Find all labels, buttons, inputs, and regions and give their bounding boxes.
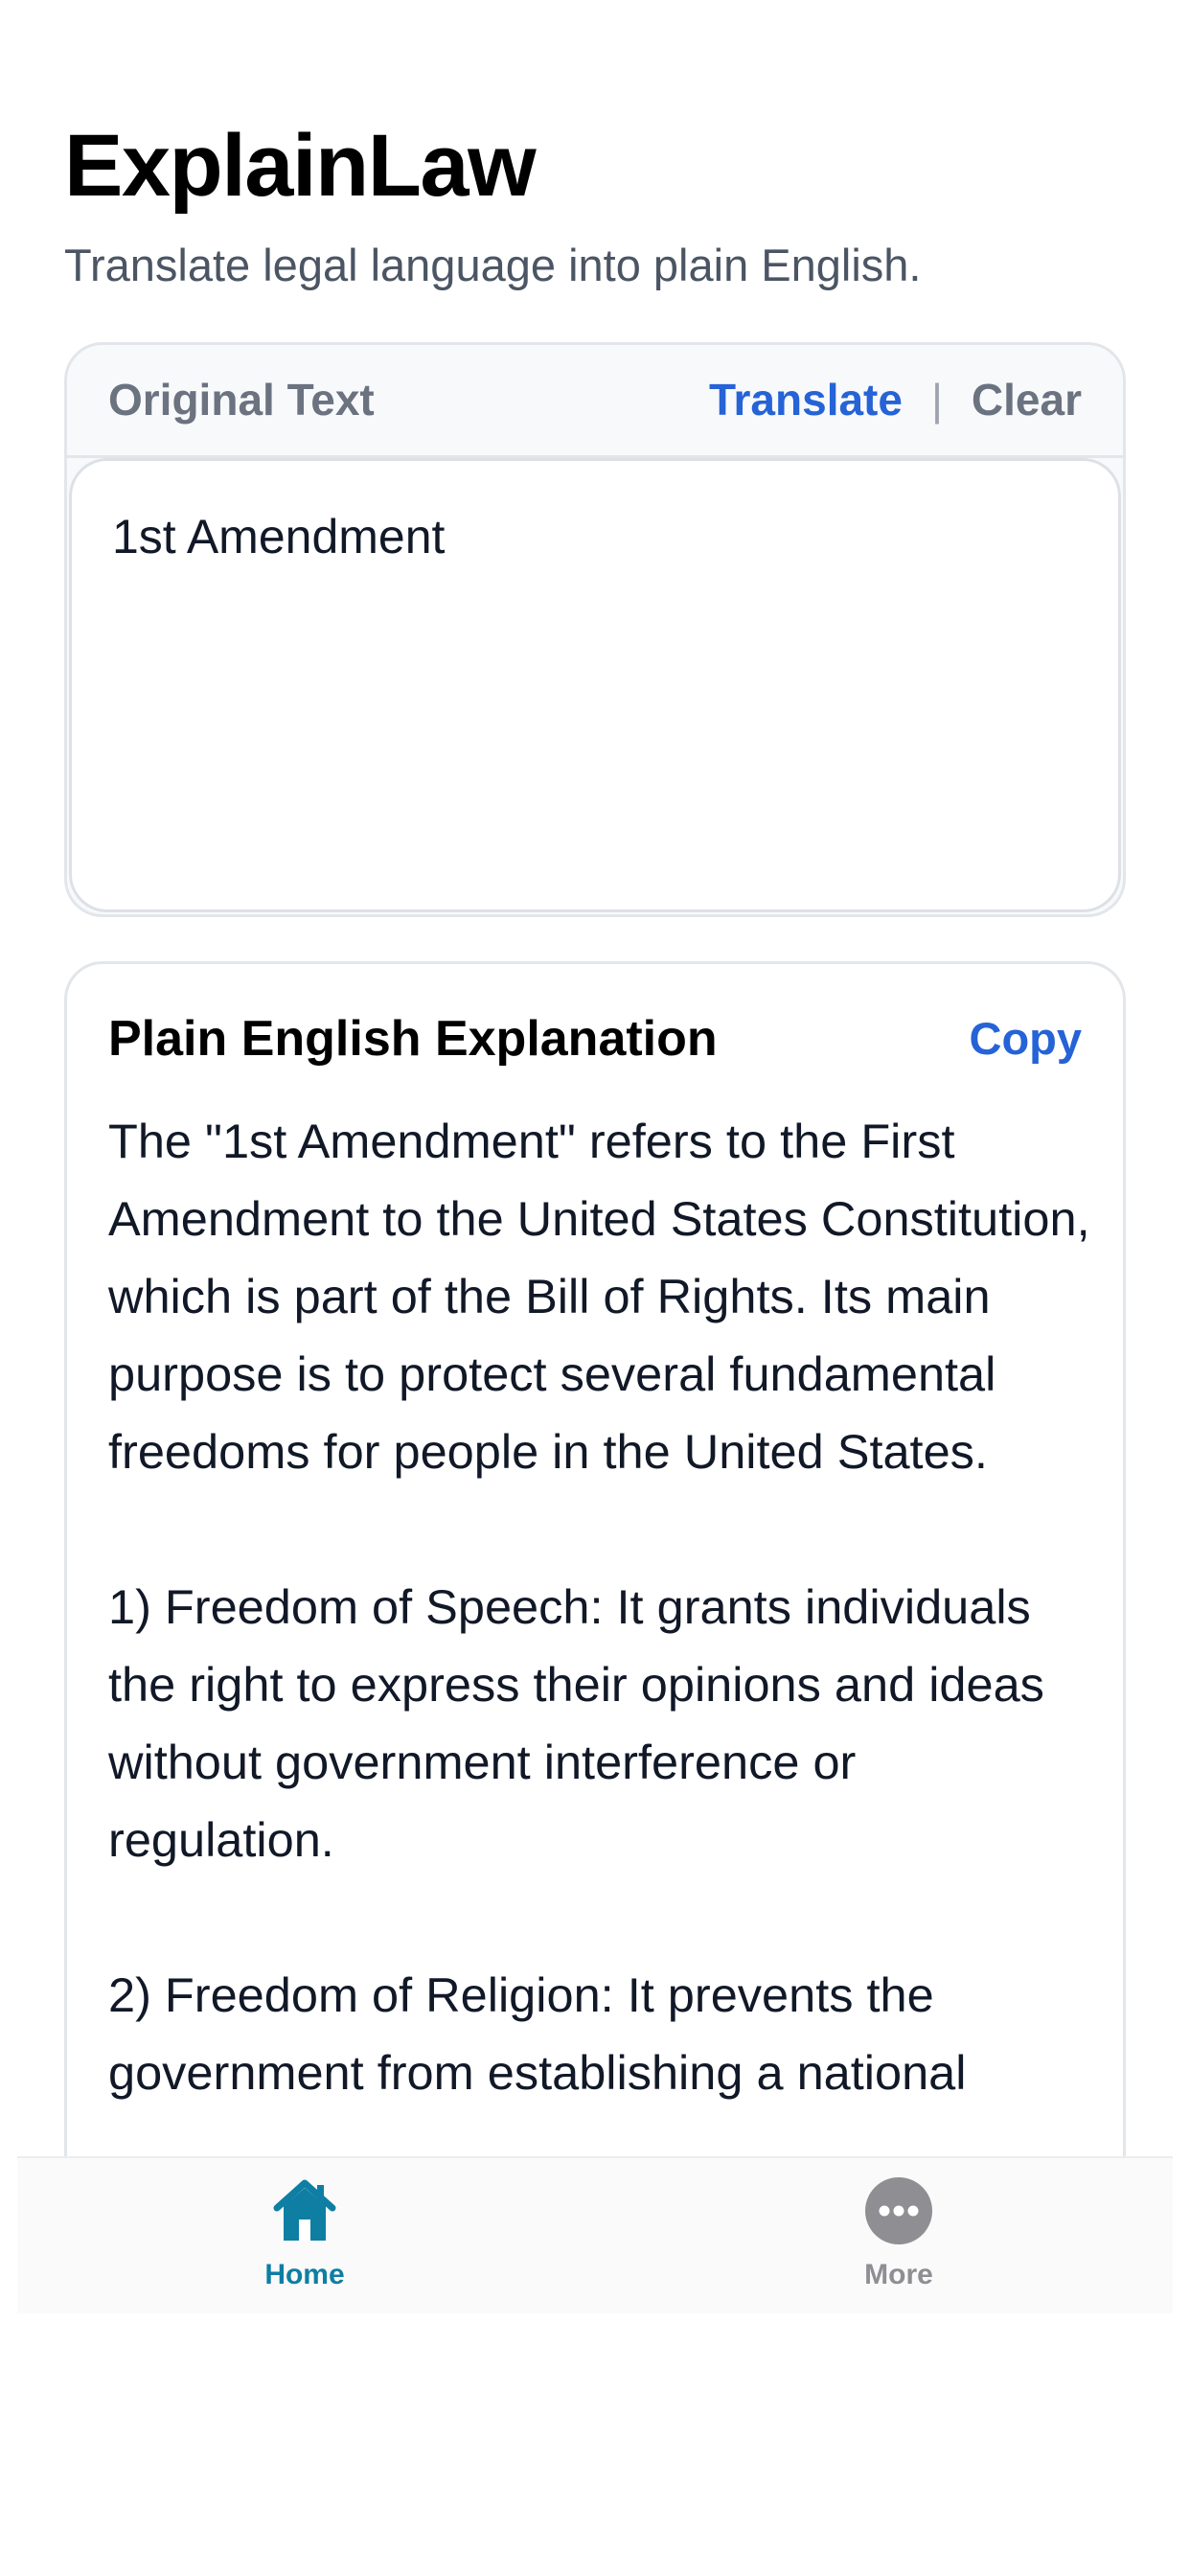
explanation-paragraph: The "1st Amendment" refers to the First … [108, 1114, 1090, 1479]
original-text-label: Original Text [108, 375, 375, 425]
tab-bar: Home More [17, 2156, 1173, 2313]
original-text-value: 1st Amendment [112, 510, 446, 564]
home-icon [273, 2179, 336, 2241]
original-text-header: Original Text Translate | Clear [67, 345, 1123, 458]
clear-button[interactable]: Clear [972, 372, 1082, 427]
header-actions: Translate | Clear [709, 372, 1082, 427]
tab-home[interactable]: Home [199, 2177, 410, 2302]
app-title: ExplainLaw [64, 117, 537, 215]
original-text-input[interactable]: 1st Amendment [69, 458, 1121, 912]
explanation-title: Plain English Explanation [108, 1011, 718, 1067]
explanation-paragraph: 1) Freedom of Speech: It grants individu… [108, 1579, 1044, 1867]
translate-button[interactable]: Translate [709, 372, 903, 427]
tab-more-label: More [864, 2259, 933, 2290]
explanation-text: The "1st Amendment" refers to the First … [108, 1102, 1095, 2189]
explanation-paragraph: 2) Freedom of Religion: It prevents the … [108, 1967, 967, 2100]
more-icon [865, 2177, 932, 2244]
copy-button[interactable]: Copy [970, 1010, 1083, 1068]
action-divider: | [930, 375, 943, 425]
original-text-card: Original Text Translate | Clear 1st Amen… [64, 342, 1126, 917]
app-subtitle: Translate legal language into plain Engl… [64, 240, 922, 290]
tab-more[interactable]: More [793, 2177, 1004, 2302]
tab-home-label: Home [264, 2259, 345, 2290]
explanation-card: Plain English Explanation Copy The "1st … [64, 961, 1126, 2207]
